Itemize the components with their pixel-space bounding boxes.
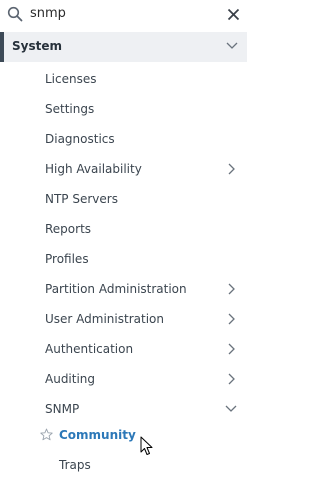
menu-item-label: Traps bbox=[59, 458, 91, 472]
chevron-right-icon bbox=[228, 313, 235, 325]
menu-item-label: Community bbox=[59, 428, 136, 442]
menu-item-partition-administration[interactable]: Partition Administration bbox=[0, 274, 247, 304]
menu-item-reports[interactable]: Reports bbox=[0, 214, 247, 244]
menu-item-community[interactable]: Community bbox=[0, 420, 247, 450]
menu-item-label: Profiles bbox=[45, 252, 89, 266]
menu-item-diagnostics[interactable]: Diagnostics bbox=[0, 124, 247, 154]
close-icon[interactable] bbox=[227, 8, 240, 21]
menu-item-label: NTP Servers bbox=[45, 192, 118, 206]
menu-item-authentication[interactable]: Authentication bbox=[0, 334, 247, 364]
chevron-down-icon bbox=[226, 42, 238, 49]
menu-item-label: Settings bbox=[45, 102, 95, 116]
menu-item-label: High Availability bbox=[45, 162, 142, 176]
search-icon bbox=[7, 6, 23, 22]
section-label: System bbox=[12, 39, 62, 53]
chevron-right-icon bbox=[228, 373, 235, 385]
menu-item-traps[interactable]: Traps bbox=[0, 450, 247, 480]
menu-item-auditing[interactable]: Auditing bbox=[0, 364, 247, 394]
chevron-right-icon bbox=[228, 163, 235, 175]
menu-item-user-administration[interactable]: User Administration bbox=[0, 304, 247, 334]
mouse-cursor-icon bbox=[140, 436, 153, 455]
search-input[interactable]: snmp bbox=[30, 6, 66, 22]
menu-item-label: Auditing bbox=[45, 372, 96, 386]
menu-item-licenses[interactable]: Licenses bbox=[0, 64, 247, 94]
search-bar: snmp bbox=[0, 0, 247, 31]
section-system[interactable]: System bbox=[0, 32, 247, 62]
menu-item-label: Partition Administration bbox=[45, 282, 187, 296]
menu-item-label: Diagnostics bbox=[45, 132, 115, 146]
star-icon[interactable] bbox=[40, 428, 53, 441]
menu-item-label: Authentication bbox=[45, 342, 134, 356]
menu-item-label: Reports bbox=[45, 222, 92, 236]
menu-item-label: User Administration bbox=[45, 312, 164, 326]
chevron-right-icon bbox=[228, 343, 235, 355]
menu-item-settings[interactable]: Settings bbox=[0, 94, 247, 124]
menu-item-profiles[interactable]: Profiles bbox=[0, 244, 247, 274]
menu-item-high-availability[interactable]: High Availability bbox=[0, 154, 247, 184]
menu-item-label: SNMP bbox=[45, 402, 80, 416]
menu-item-ntp-servers[interactable]: NTP Servers bbox=[0, 184, 247, 214]
chevron-right-icon bbox=[228, 283, 235, 295]
menu-item-label: Licenses bbox=[45, 72, 97, 86]
chevron-down-icon bbox=[225, 405, 237, 412]
navigation-panel: snmp System Licenses Settings Diagnostic… bbox=[0, 0, 247, 483]
